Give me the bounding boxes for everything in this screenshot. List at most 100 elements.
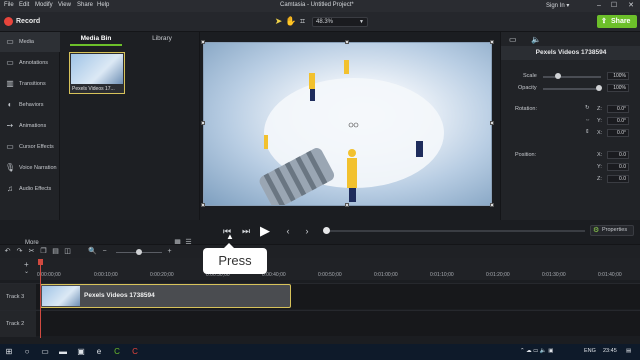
share-button[interactable]: ⇪ Share — [597, 15, 637, 28]
resize-handle-r[interactable] — [490, 121, 494, 125]
resize-handle-tr[interactable] — [490, 40, 494, 44]
zoom-out-minus-icon[interactable]: − — [100, 247, 109, 256]
sidebar-item-behaviors[interactable]: ◐ Behaviors — [0, 95, 60, 115]
sidebar-item-label: Audio Effects — [19, 186, 52, 192]
tab-media-bin[interactable]: Media Bin — [70, 32, 122, 46]
language-indicator[interactable]: ENG — [584, 348, 596, 354]
visual-properties-icon[interactable]: ▭ — [509, 35, 517, 44]
play-icon[interactable]: ▶ — [258, 224, 272, 238]
sidebar-item-audio-effects[interactable]: ♫ Audio Effects — [0, 179, 60, 199]
rotation-y-axis: Y: — [597, 118, 602, 124]
position-x-field[interactable]: 0.0 — [607, 151, 629, 159]
rotation-label: Rotation: — [515, 106, 538, 112]
rotate-x-icon[interactable]: ⇕ — [585, 129, 590, 135]
resize-handle-bl[interactable] — [201, 203, 205, 207]
ruler-tick: 0:00:20;00 — [150, 272, 174, 278]
sidebar-item-media[interactable]: ▭ Media — [0, 32, 60, 52]
collapse-tracks-icon[interactable]: ⌄ — [24, 268, 29, 275]
close-icon[interactable]: ✕ — [626, 1, 636, 10]
media-thumbnail[interactable]: Pexels Videos 17... — [69, 52, 125, 94]
mouse-cursor-icon: ▲ — [226, 232, 234, 241]
audio-properties-icon[interactable]: 🔈 — [531, 35, 541, 44]
cut-icon[interactable]: ✂ — [27, 247, 36, 256]
resize-handle-br[interactable] — [490, 203, 494, 207]
maximize-icon[interactable]: ☐ — [609, 1, 619, 10]
sidebar-item-label: Cursor Effects — [19, 144, 54, 150]
opacity-slider[interactable] — [543, 88, 601, 90]
task-view-icon[interactable]: ▭ — [40, 347, 50, 357]
notification-icon[interactable]: ▤ — [626, 348, 631, 354]
menu-modify[interactable]: Modify — [35, 2, 53, 8]
timeline-zoom-knob[interactable] — [136, 249, 142, 255]
edge-icon[interactable]: e — [94, 347, 104, 357]
properties-button[interactable]: ⚙ Properties — [590, 225, 634, 236]
scale-slider-knob[interactable] — [554, 73, 561, 79]
zoom-dropdown[interactable]: 48.3% ▼ — [312, 17, 368, 27]
scrub-knob[interactable] — [323, 227, 330, 234]
position-z-field[interactable]: 0.0 — [607, 175, 629, 183]
search-icon[interactable]: ○ — [22, 347, 32, 357]
camtasia-icon[interactable]: C — [112, 347, 122, 357]
camtasia-recorder-icon[interactable]: C — [130, 347, 140, 357]
pointer-tool-icon[interactable]: ➤ — [273, 16, 284, 27]
menu-share[interactable]: Share — [77, 2, 93, 8]
minimize-icon[interactable]: – — [594, 1, 604, 10]
position-y-field[interactable]: 0.0 — [607, 163, 629, 171]
undo-icon[interactable]: ↶ — [3, 247, 12, 256]
video-preview[interactable] — [203, 42, 492, 206]
redo-icon[interactable]: ↷ — [15, 247, 24, 256]
track-name[interactable]: Track 3 — [0, 284, 36, 310]
track-row[interactable]: Track 2 — [0, 310, 640, 337]
file-explorer-icon[interactable]: ▬ — [58, 347, 68, 357]
resize-handle-tl[interactable] — [201, 40, 205, 44]
track-name[interactable]: Track 2 — [0, 311, 36, 337]
rotate-z-icon[interactable]: ↻ — [585, 105, 590, 111]
split-icon[interactable]: ◫ — [63, 247, 72, 256]
copy-icon[interactable]: ❐ — [39, 247, 48, 256]
record-button[interactable]: Record — [16, 18, 40, 25]
opacity-slider-knob[interactable] — [596, 85, 602, 91]
resize-handle-l[interactable] — [201, 121, 205, 125]
zoom-out-icon[interactable]: 🔍 — [88, 247, 97, 256]
menu-view[interactable]: View — [58, 2, 71, 8]
sign-in-link[interactable]: Sign In ▾ — [546, 2, 569, 9]
ruler-tick: 0:00:10;00 — [94, 272, 118, 278]
menu-help[interactable]: Help — [97, 2, 109, 8]
resize-handle-t[interactable] — [345, 40, 349, 44]
rotation-z-field[interactable]: 0.0° — [607, 105, 629, 113]
tab-library[interactable]: Library — [136, 32, 188, 46]
share-icon: ⇪ — [601, 18, 607, 25]
press-tooltip: Press — [203, 248, 267, 274]
sidebar-item-transitions[interactable]: ▥ Transitions — [0, 74, 60, 94]
opacity-value[interactable]: 100% — [607, 84, 629, 92]
crop-tool-icon[interactable]: ⌗ — [297, 16, 308, 27]
step-forward-frame-icon[interactable]: ⏭ — [239, 224, 253, 238]
timeline-clip[interactable]: Pexels Videos 1738594 — [40, 284, 291, 308]
start-icon[interactable]: ⊞ — [4, 347, 14, 357]
next-icon[interactable]: › — [300, 224, 314, 238]
hand-tool-icon[interactable]: ✋ — [285, 16, 296, 27]
menu-file[interactable]: File — [4, 2, 14, 8]
zoom-in-icon[interactable]: + — [165, 247, 174, 256]
resize-handle-b[interactable] — [345, 203, 349, 207]
scale-slider[interactable] — [543, 76, 601, 78]
playhead-line — [40, 260, 41, 338]
previous-icon[interactable]: ‹ — [281, 224, 295, 238]
store-icon[interactable]: ▣ — [76, 347, 86, 357]
sidebar-item-animations[interactable]: ➙ Animations — [0, 116, 60, 136]
scrub-bar[interactable] — [325, 230, 585, 232]
menu-edit[interactable]: Edit — [19, 2, 29, 8]
clock[interactable]: 23:45 — [603, 348, 617, 354]
rotation-x-field[interactable]: 0.0° — [607, 129, 629, 137]
scale-value[interactable]: 100% — [607, 72, 629, 80]
sidebar-item-voice-narration[interactable]: 🎙 Voice Narration — [0, 158, 60, 178]
paste-icon[interactable]: ▤ — [51, 247, 60, 256]
rotate-y-icon[interactable]: ⇔ — [585, 117, 591, 123]
record-icon[interactable] — [4, 17, 13, 26]
zoom-value: 48.3% — [316, 19, 334, 25]
sidebar-item-cursor-effects[interactable]: ▭ Cursor Effects — [0, 137, 60, 157]
sidebar-item-label: Voice Narration — [19, 165, 57, 171]
tray-icons[interactable]: ⌃ ☁ ▭ 🔈 ▣ — [520, 348, 553, 354]
rotation-y-field[interactable]: 0.0° — [607, 117, 629, 125]
sidebar-item-annotations[interactable]: ▭ Annotations — [0, 53, 60, 73]
